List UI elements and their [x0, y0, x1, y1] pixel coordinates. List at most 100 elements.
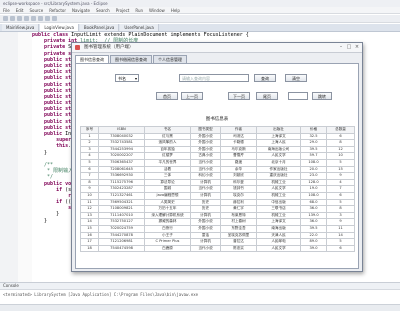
table-cell: 上海译文: [256, 218, 301, 226]
last-page-button[interactable]: 尾页: [256, 92, 278, 100]
new-icon[interactable]: [3, 16, 8, 21]
debug-icon[interactable]: [24, 16, 29, 21]
column-header[interactable]: 出版社: [256, 126, 301, 134]
table-row[interactable]: 3 7544253994 百年孤独 外国小说 马尔克斯 南海出版公司 39.5 12: [80, 145, 355, 154]
next-page-button[interactable]: 下一页: [228, 92, 250, 100]
query-button[interactable]: 查询: [254, 74, 276, 82]
close-icon[interactable]: ×: [354, 44, 360, 50]
search-icon[interactable]: [38, 16, 43, 21]
console-header[interactable]: Console: [0, 283, 400, 290]
app-icon: [75, 45, 80, 50]
column-header[interactable]: 价格: [300, 126, 327, 134]
table-cell: 36.0: [300, 218, 327, 226]
table-cell: 计算机: [190, 238, 221, 246]
table-cell: 当代小说: [190, 158, 221, 167]
table-cell: 22.0: [300, 231, 327, 240]
menu-item-source[interactable]: Source: [29, 7, 43, 13]
table-cell: 余华: [220, 165, 257, 174]
table-row[interactable]: 15 7020024759 白夜行 外国小说 东野圭吾 南海出版 39.5 11: [80, 224, 355, 233]
editor-tab[interactable]: MainView.java: [2, 24, 40, 31]
menu-item-edit[interactable]: Edit: [16, 7, 24, 13]
reset-button[interactable]: 清空: [285, 74, 307, 82]
table-cell: 白鹿原: [144, 244, 191, 253]
tab-borrow-query[interactable]: 图书借阅信息查询: [110, 55, 152, 63]
table-cell: 人民文学: [256, 244, 301, 253]
library-dialog: 图书管理系统（用户端） – □ × 图书信息查询 图书借阅信息查询 个人信息管理…: [71, 42, 363, 272]
tab-personal-info[interactable]: 个人信息管理: [153, 55, 187, 63]
table-cell: 外国小说: [190, 139, 221, 147]
table-cell: 7020024759: [98, 224, 145, 233]
editor-tab-active[interactable]: LoginView.java: [40, 24, 79, 31]
search-field-select[interactable]: 书名 ▾: [115, 74, 139, 82]
table-cell: 11: [326, 224, 355, 233]
table-row[interactable]: 14 7532750127 挪威的森林 外国小说 村上春树 上海译文 36.0 9: [80, 218, 355, 226]
package-explorer[interactable]: [0, 32, 19, 282]
table-cell: 7115275796: [98, 178, 145, 187]
menu-item-help[interactable]: Help: [171, 7, 180, 13]
table-cell: 7544253994: [98, 145, 145, 154]
prev-page-button[interactable]: 上一页: [181, 92, 203, 100]
table-cell: 古典小说: [190, 152, 221, 160]
table-row[interactable]: 18 7540474598 白鹿原 当代小说 陈忠实 人民文学 39.0 6: [80, 244, 355, 253]
column-header[interactable]: 作者: [220, 126, 257, 134]
first-page-button[interactable]: 首页: [156, 92, 178, 100]
code-keyword: this: [32, 143, 69, 150]
menu-item-refactor[interactable]: Refactor: [49, 7, 66, 13]
table-cell: 7308040032: [98, 132, 145, 141]
table-cell: 科尔曼: [220, 178, 257, 187]
table-cell: 7020002207: [98, 152, 145, 160]
table-cell: 32.5: [300, 132, 327, 141]
jump-button[interactable]: 跳转: [312, 92, 332, 100]
menu-item-search[interactable]: Search: [96, 7, 110, 13]
table-row[interactable]: 9 7302423287 围城 当代小说 钱钟书 人民文学 19.0 7: [80, 185, 355, 193]
column-header[interactable]: 图书类型: [190, 126, 221, 134]
table-row[interactable]: 8 7115275796 算法导论 计算机 科尔曼 机械工业 128.0 4: [80, 178, 355, 187]
code-text: }: [32, 149, 48, 156]
table-cell: 天津人民: [256, 231, 301, 240]
menu-item-file[interactable]: File: [3, 7, 10, 13]
table-cell: 29.0: [300, 139, 327, 147]
table-cell: 7: [80, 172, 99, 180]
column-header[interactable]: 总数量: [326, 126, 355, 134]
run-icon[interactable]: [31, 16, 36, 21]
table-cell: 村上春树: [220, 218, 257, 226]
table-row[interactable]: 5 7506365437 平凡的世界 当代小说 路遥 北京十月 108.0 5: [80, 158, 355, 167]
menu-item-run[interactable]: Run: [135, 7, 143, 13]
save-icon[interactable]: [10, 16, 15, 21]
table-row[interactable]: 12 7108009821 万历十五年 历史 黄仁宇 三联书店 36.0 8: [80, 205, 355, 213]
back-icon[interactable]: [45, 16, 50, 21]
menu-item-window[interactable]: Window: [149, 7, 165, 13]
table-cell: 10: [80, 191, 99, 200]
column-header[interactable]: ISBN: [98, 126, 145, 134]
table-row[interactable]: 7 7536692930 三体 科幻小说 刘慈欣 重庆出版社 23.0 9: [80, 172, 355, 180]
table-cell: 9: [326, 218, 355, 226]
column-header[interactable]: 书名: [144, 126, 191, 134]
page-number-input[interactable]: [288, 92, 308, 100]
search-input[interactable]: 请输入查询内容: [179, 74, 249, 82]
menu-item-navigate[interactable]: Navigate: [72, 7, 90, 13]
table-row[interactable]: 17 7121206981 C Primer Plus 计算机 普拉达 人民邮电 89.0 5: [80, 238, 355, 246]
table-row[interactable]: 11 7569504321 人类简史 历史 赫拉利 中信出版 68.0 5: [80, 198, 355, 207]
table-row[interactable]: 1 7308040032 红与黑 外国小说 司汤达 上海译文 32.5 6: [80, 132, 355, 141]
tab-book-query[interactable]: 图书信息查询: [75, 55, 109, 63]
table-cell: 36.0: [300, 205, 327, 213]
maximize-icon[interactable]: □: [346, 44, 352, 50]
chevron-down-icon: ▾: [134, 76, 137, 81]
table-row[interactable]: 4 7020002207 红楼梦 古典小说 曹雪芹 人民文学 59.7 10: [80, 152, 355, 160]
table-cell: 三联书店: [256, 205, 301, 213]
table-cell: 南海出版公司: [256, 145, 301, 154]
table-row[interactable]: 13 7111407010 深入理解计算机系统 计算机 布莱恩特 机械工业 139.0 3: [80, 211, 355, 220]
editor-tab[interactable]: BookPanel.java: [79, 24, 120, 31]
menu-item-project[interactable]: Project: [116, 7, 130, 13]
table-row[interactable]: 10 7121327461 Java编程思想 计算机 埃克尔 机械工业 108.0 6: [80, 191, 355, 200]
minimize-icon[interactable]: –: [338, 44, 344, 50]
forward-icon[interactable]: [52, 16, 57, 21]
table-row[interactable]: 6 7208061645 活着 当代小说 余华 作家出版社 20.0 15: [80, 165, 355, 174]
table-cell: 7506365437: [98, 158, 145, 167]
column-header[interactable]: 序号: [80, 126, 99, 134]
editor-tab[interactable]: UserPanel.java: [120, 24, 159, 31]
table-cell: 23.0: [300, 172, 327, 180]
table-row[interactable]: 16 7544270878 小王子 童话 圣埃克苏佩里 天津人民 22.0 14: [80, 231, 355, 240]
print-icon[interactable]: [17, 16, 22, 21]
table-row[interactable]: 2 7532743581 追风筝的人 外国小说 卡勒德 上海人民 29.0 8: [80, 139, 355, 147]
